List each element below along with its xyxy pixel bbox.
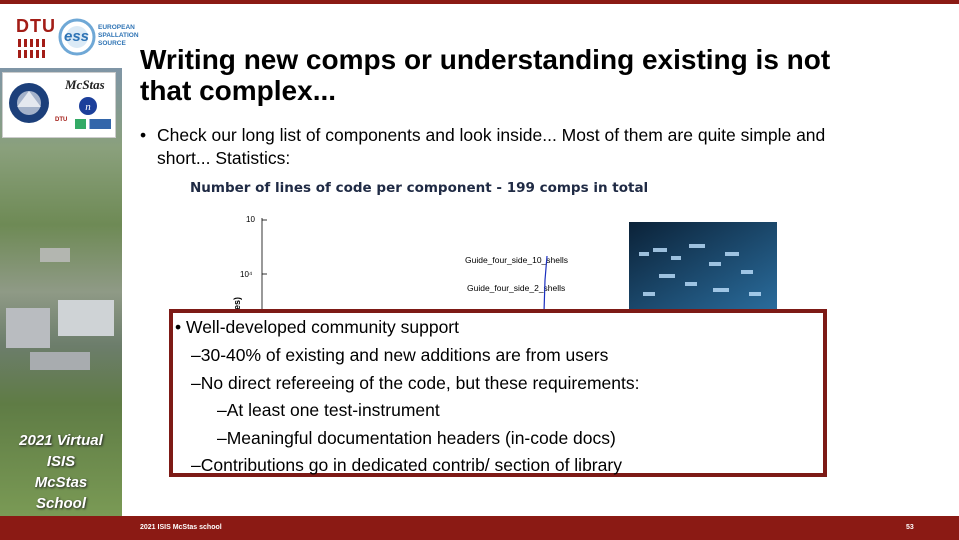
- school-line-2: ISIS: [46, 453, 76, 470]
- neutron-icon: n: [79, 97, 97, 115]
- box-line-5: –Meaningful documentation headers (in-co…: [217, 428, 616, 448]
- partner-logos: [75, 119, 111, 129]
- ess-logo-letters: ess: [64, 28, 90, 45]
- footer-left-text: 2021 ISIS McStas school: [140, 524, 222, 531]
- school-title: 2021 Virtual ISIS McStas School: [0, 430, 122, 514]
- school-line-1: 2021 Virtual: [19, 432, 103, 449]
- mcstas-logo-box: McStas n DTU: [2, 72, 116, 138]
- chart-title: Number of lines of code per component - …: [190, 180, 649, 196]
- code-picture: [629, 222, 777, 310]
- dtu-logo-text: DTU: [16, 16, 56, 36]
- ess-word-2: SPALLATION: [98, 32, 139, 39]
- box-line-4: –At least one test-instrument: [217, 400, 440, 420]
- community-support-box: • Well-developed community support –30-4…: [169, 309, 827, 477]
- bullet-marker: •: [140, 125, 147, 145]
- dtu-logo-mark: [18, 39, 45, 58]
- svg-text:n: n: [85, 101, 91, 113]
- mcstas-crest-icon: [9, 83, 49, 123]
- annotation-2-shells: Guide_four_side_2_shells: [467, 283, 565, 293]
- annotation-10-shells: Guide_four_side_10_shells: [465, 255, 568, 265]
- footer-bar: 2021 ISIS McStas school 53: [0, 516, 959, 540]
- box-line-3: –No direct refereeing of the code, but t…: [191, 373, 640, 393]
- bullet-statistics: • Check our long list of components and …: [140, 124, 840, 170]
- y-tick-label-2: 10⁴: [240, 270, 253, 279]
- code-picture-graphic: [629, 222, 777, 310]
- box-line-1: • Well-developed community support: [175, 317, 459, 337]
- lines-of-code-chart: 10 10⁴ es) Guide_four_side_10_shells Gui…: [232, 215, 568, 312]
- ess-word-1: EUROPEAN: [98, 24, 135, 31]
- box-line-2: –30-40% of existing and new additions ar…: [191, 345, 609, 365]
- slide-title: Writing new comps or understanding exist…: [140, 44, 831, 106]
- bullet-text: Check our long list of components and lo…: [157, 125, 826, 168]
- ess-word-3: SOURCE: [98, 40, 126, 47]
- box-line-6: –Contributions go in dedicated contrib/ …: [191, 455, 622, 475]
- school-line-3: McStas: [34, 474, 88, 491]
- slide-number: 53: [906, 524, 914, 531]
- school-line-4: School: [35, 495, 86, 512]
- mcstas-label: McStas: [65, 77, 105, 92]
- top-accent-bar: [0, 0, 959, 4]
- y-tick-label-1: 10: [246, 215, 255, 224]
- sidebar-aerial-photo: McStas n DTU 2021 Virtual ISIS McStas Sc…: [0, 68, 122, 516]
- ess-logo-words: EUROPEAN SPALLATION SOURCE: [98, 24, 139, 48]
- dtu-small-label: DTU: [55, 117, 68, 123]
- dtu-logo: DTU: [16, 16, 56, 66]
